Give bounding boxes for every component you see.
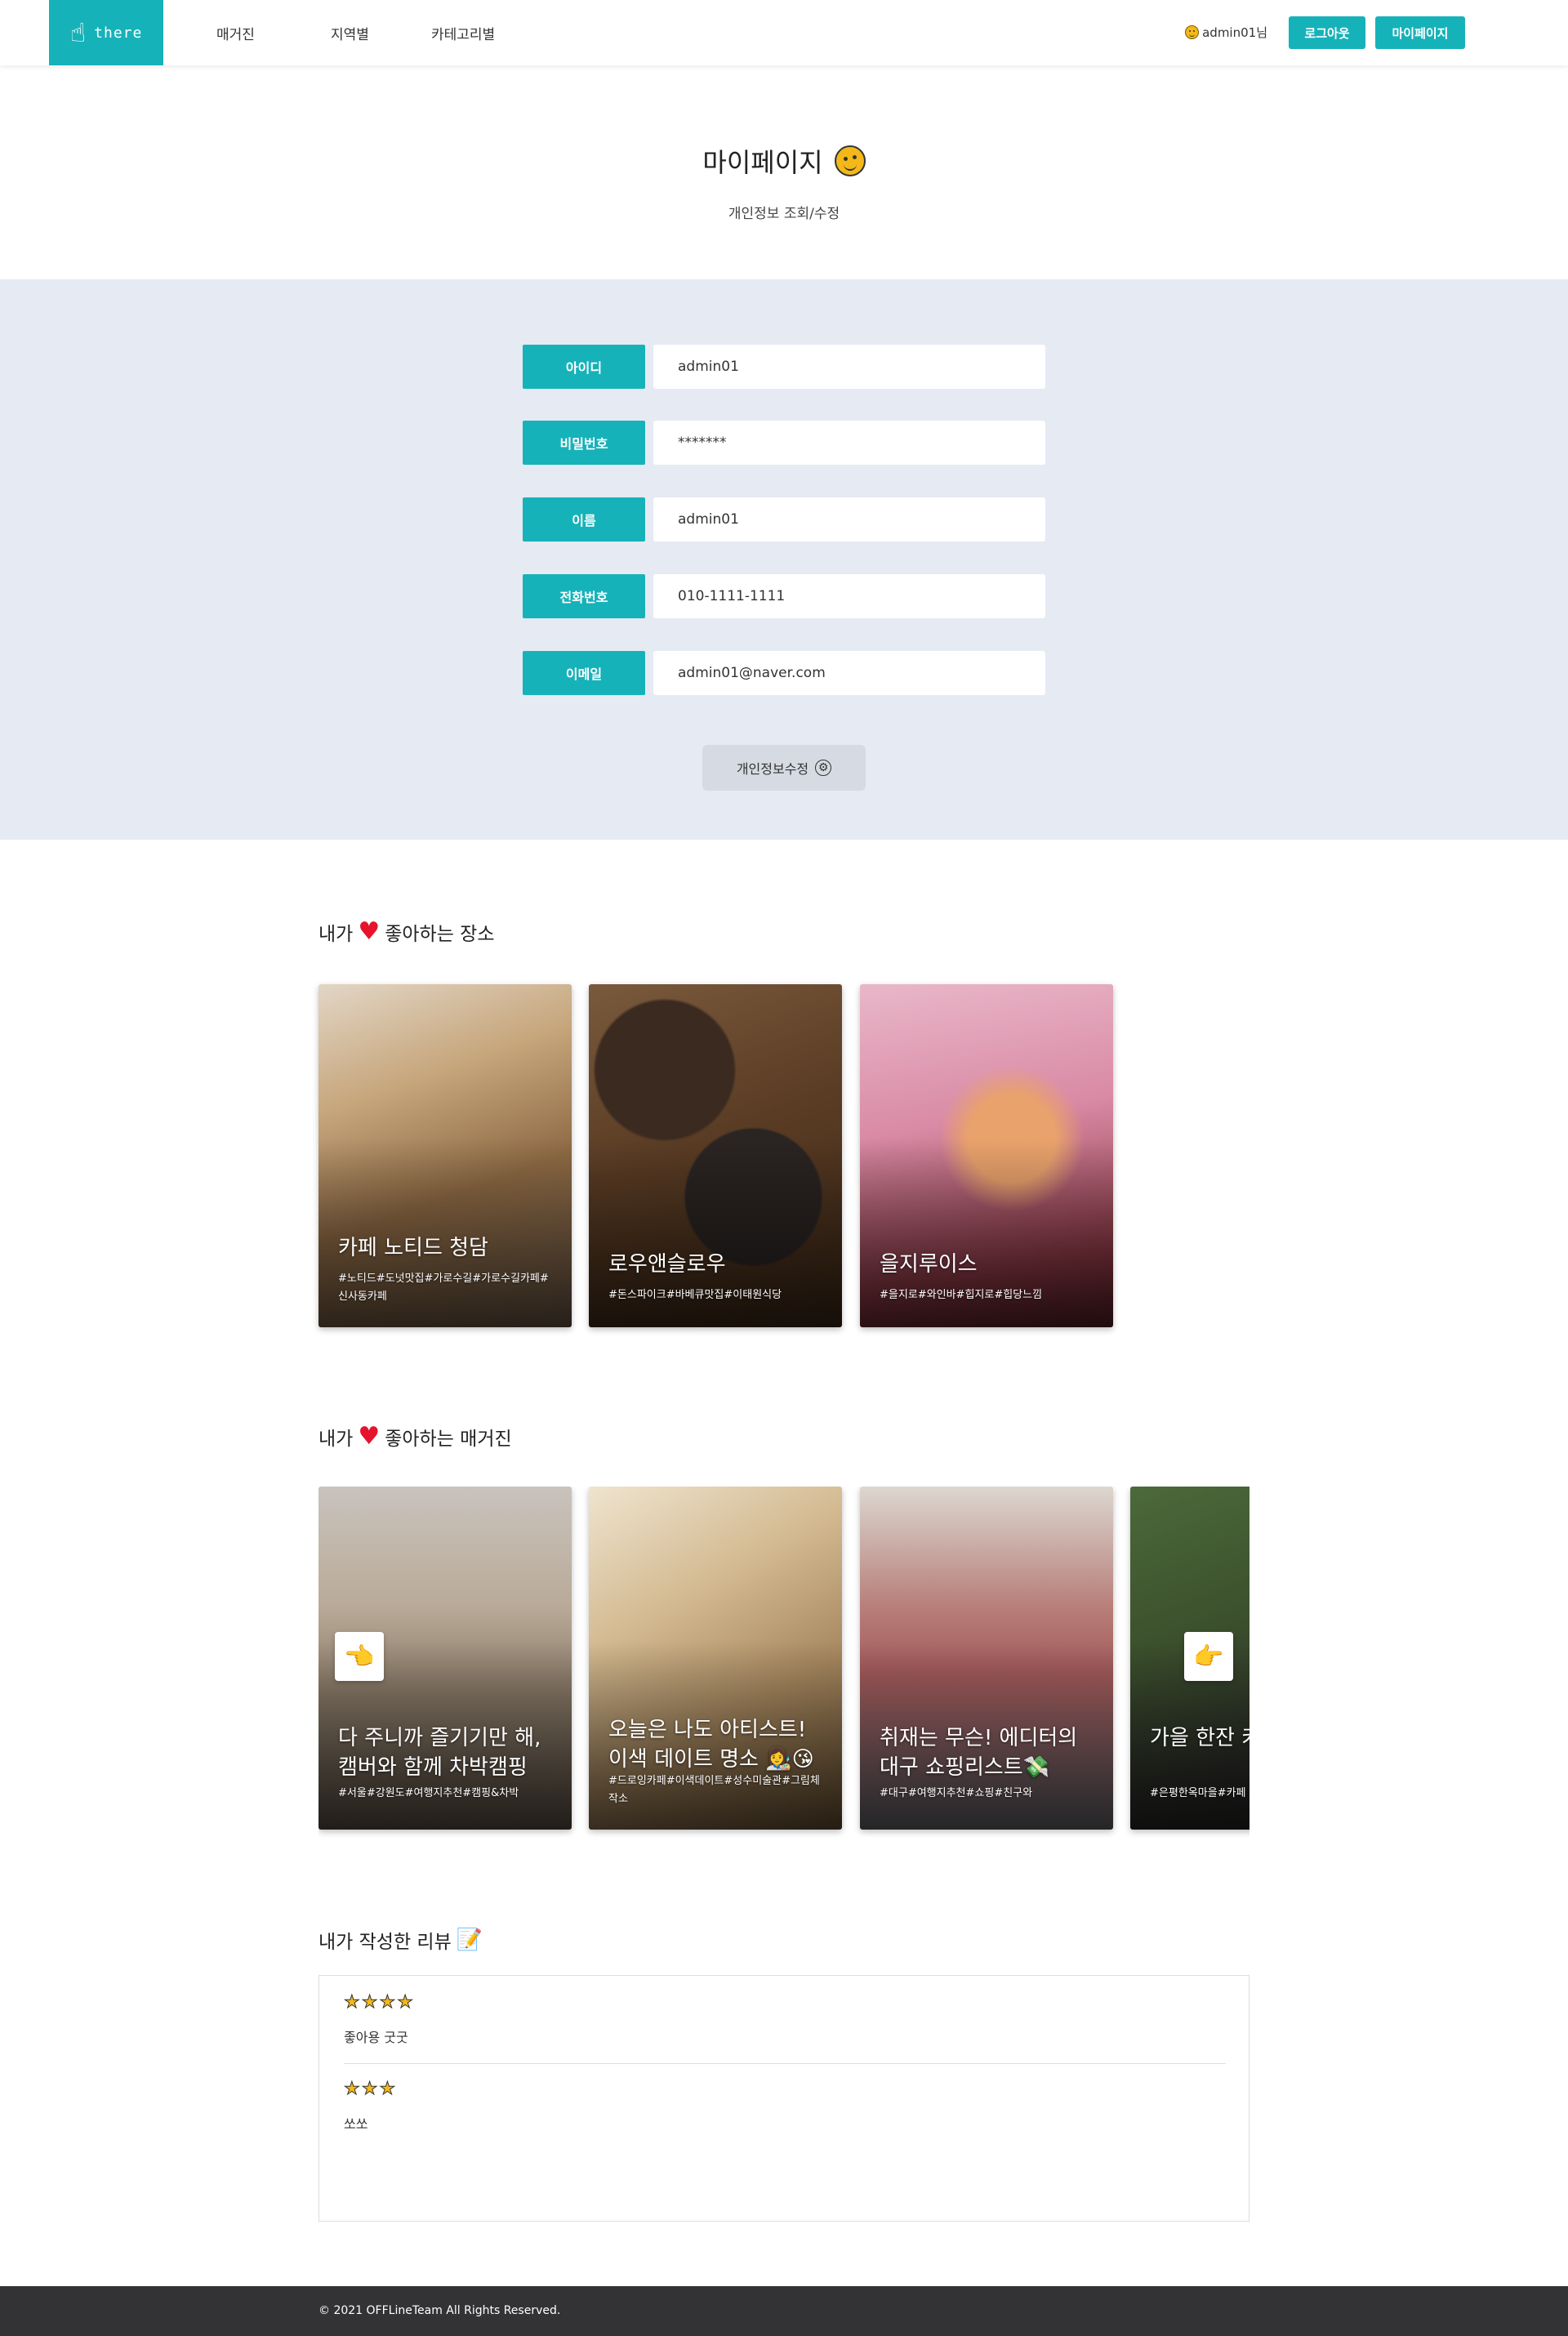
liked-places-title-prefix: 내가	[318, 924, 354, 945]
page-footer: © 2021 OFFLineTeam All Rights Reserved.	[0, 2286, 1568, 2336]
password-label: 비밀번호	[523, 421, 645, 465]
card-tags: #대구#여행지추천#쇼핑#친구와	[880, 1787, 1033, 1799]
star-icon: ★	[379, 2079, 396, 2099]
form-row-email: 이메일 admin01@naver.com	[523, 651, 1045, 695]
liked-places-title-suffix: 좋아하는 장소	[385, 924, 495, 945]
name-label: 이름	[523, 497, 645, 542]
star-icon: ★	[344, 2079, 361, 2099]
edit-profile-label: 개인정보수정	[736, 761, 809, 777]
password-field[interactable]: *******	[653, 421, 1045, 465]
liked-magazines-title-suffix: 좋아하는 매거진	[385, 1429, 512, 1450]
carousel-prev-button[interactable]: 👈	[335, 1632, 384, 1681]
hand-wave-icon: ☝	[69, 17, 87, 48]
card-tags: #드로잉카페#이색데이트#성수미술관#그림체작소	[608, 1775, 820, 1805]
card-title: 다 주니까 즐기기만 해, 캠버와 함께 차박캠핑	[338, 1726, 541, 1780]
place-card[interactable]: 로우앤슬로우 #돈스파이크#바베큐맛집#이태원식당	[589, 984, 842, 1327]
card-tags: #노티드#도넛맛집#가로수길#가로수길카페#신사동카페	[338, 1273, 549, 1303]
star-icon: ★	[361, 2079, 378, 2099]
phone-label: 전화번호	[523, 574, 645, 618]
star-icon: ★	[397, 1992, 414, 2013]
smiley-icon	[1185, 25, 1200, 39]
card-tags: #돈스파이크#바베큐맛집#이태원식당	[608, 1289, 782, 1301]
card-title: 을지루이스	[880, 1252, 978, 1277]
card-tags: #은평한옥마을#카페	[1150, 1787, 1246, 1799]
nav-category[interactable]: 카테고리별	[431, 23, 495, 43]
reviews-box: ★ ★ ★ ★ 좋아용 굿굿 ★ ★ ★ 쏘쏘	[318, 1975, 1250, 2222]
logout-button[interactable]: 로그아웃	[1289, 16, 1365, 49]
card-tags: #서울#강원도#여행지추천#캠핑&차박	[338, 1787, 519, 1799]
card-title: 오늘은 나도 아티스트! 이색 데이트 명소 👩‍🎨😘	[608, 1718, 814, 1772]
form-row-password: 비밀번호 *******	[523, 421, 1045, 465]
review-text: 쏘쏘	[344, 2116, 368, 2132]
magazine-card[interactable]: 취재는 무슨! 에디터의 대구 쇼핑리스트💸 #대구#여행지추천#쇼핑#친구와	[860, 1487, 1113, 1830]
gear-icon: ⚙	[815, 760, 832, 776]
memo-icon: 📝	[456, 1928, 483, 1952]
heart-icon: ♥	[358, 917, 381, 946]
magazine-card[interactable]: 오늘은 나도 아티스트! 이색 데이트 명소 👩‍🎨😘 #드로잉카페#이색데이트…	[589, 1487, 842, 1830]
top-header: ☝ there 매거진 지역별 카테고리별 admin01님 로그아웃 마이페이…	[0, 0, 1568, 65]
heart-icon: ♥	[358, 1422, 381, 1451]
liked-magazines-title-prefix: 내가	[318, 1429, 354, 1450]
smiley-icon	[834, 145, 866, 176]
user-greeting-text: admin01님	[1202, 25, 1267, 40]
logo-text: there	[94, 24, 143, 42]
edit-profile-button[interactable]: 개인정보수정 ⚙	[702, 745, 866, 791]
card-tags: #을지로#와인바#힙지로#힙당느낌	[880, 1289, 1043, 1301]
form-row-id: 아이디 admin01	[523, 345, 1045, 389]
email-field[interactable]: admin01@naver.com	[653, 651, 1045, 695]
reviews-title-text: 내가 작성한 리뷰	[318, 1932, 452, 1953]
magazine-carousel: 다 주니까 즐기기만 해, 캠버와 함께 차박캠핑 #서울#강원도#여행지추천#…	[318, 1487, 1250, 1838]
page-title: 마이페이지	[0, 142, 1568, 180]
nav-magazine[interactable]: 매거진	[216, 23, 255, 43]
user-greeting: admin01님	[1185, 24, 1267, 41]
copyright-text: © 2021 OFFLineTeam All Rights Reserved.	[318, 2304, 561, 2317]
card-title: 가을 한잔 카페 은평 한옥마을	[1150, 1726, 1250, 1750]
review-text: 좋아용 굿굿	[344, 2030, 408, 2045]
mypage-button[interactable]: 마이페이지	[1375, 16, 1465, 49]
pointing-right-icon: 👉	[1193, 1642, 1224, 1671]
site-logo[interactable]: ☝ there	[49, 0, 163, 65]
liked-magazines-title: 내가 ♥ 좋아하는 매거진	[318, 1423, 512, 1451]
carousel-next-button[interactable]: 👉	[1184, 1632, 1233, 1681]
page-title-text: 마이페이지	[702, 147, 823, 178]
pointing-left-icon: 👈	[344, 1642, 375, 1671]
place-card[interactable]: 카페 노티드 청담 #노티드#도넛맛집#가로수길#가로수길카페#신사동카페	[318, 984, 572, 1327]
form-row-name: 이름 admin01	[523, 497, 1045, 542]
review-divider	[344, 2063, 1226, 2064]
review-item: ★ ★ ★ ★ 좋아용 굿굿	[344, 1992, 1226, 2046]
id-field[interactable]: admin01	[653, 345, 1045, 389]
star-icon: ★	[379, 1992, 396, 2013]
rating-stars: ★ ★ ★	[344, 2080, 1226, 2098]
page-subtitle: 개인정보 조회/수정	[728, 206, 840, 222]
rating-stars: ★ ★ ★ ★	[344, 1992, 1226, 2013]
form-row-phone: 전화번호 010-1111-1111	[523, 574, 1045, 618]
star-icon: ★	[344, 1992, 361, 2013]
reviews-title: 내가 작성한 리뷰 📝	[318, 1926, 483, 1954]
card-title: 취재는 무슨! 에디터의 대구 쇼핑리스트💸	[880, 1726, 1078, 1780]
id-label: 아이디	[523, 345, 645, 389]
email-label: 이메일	[523, 651, 645, 695]
name-field[interactable]: admin01	[653, 497, 1045, 542]
review-item: ★ ★ ★ 쏘쏘	[344, 2080, 1226, 2133]
liked-places-title: 내가 ♥ 좋아하는 장소	[318, 918, 495, 946]
place-card[interactable]: 을지루이스 #을지로#와인바#힙지로#힙당느낌	[860, 984, 1113, 1327]
nav-region[interactable]: 지역별	[331, 23, 369, 43]
card-title: 로우앤슬로우	[608, 1252, 726, 1277]
phone-field[interactable]: 010-1111-1111	[653, 574, 1045, 618]
card-title: 카페 노티드 청담	[338, 1236, 488, 1260]
star-icon: ★	[361, 1992, 378, 2013]
